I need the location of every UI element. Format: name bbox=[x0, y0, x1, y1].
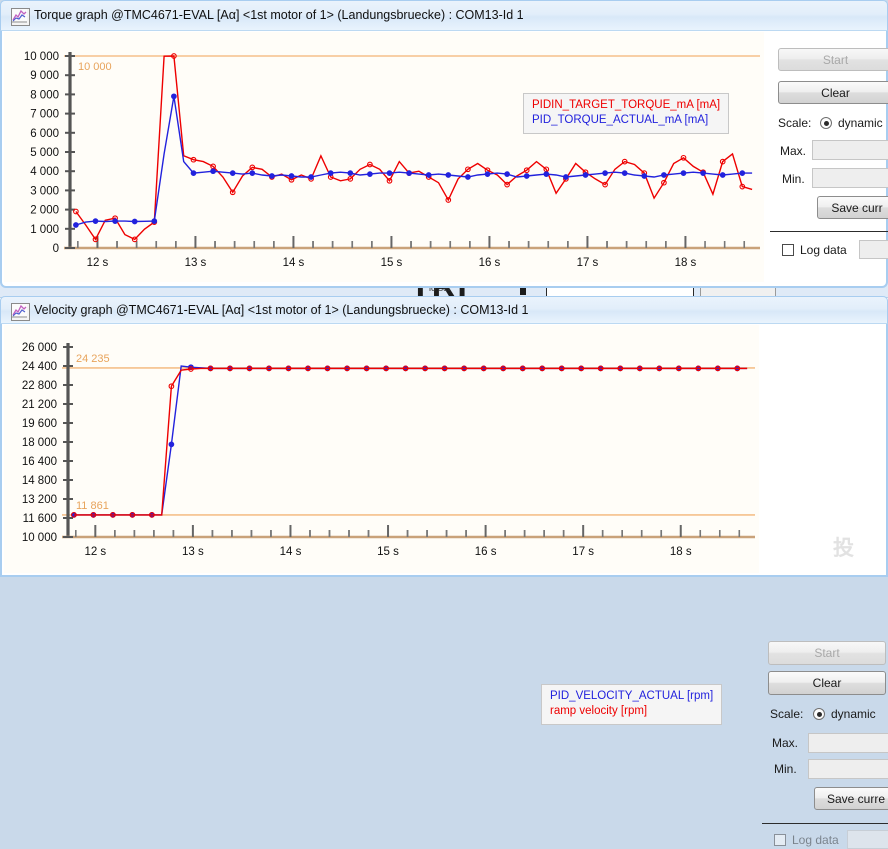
svg-text:18 s: 18 s bbox=[670, 546, 692, 558]
velocity-scale-label: Scale: bbox=[770, 707, 804, 721]
svg-text:14 s: 14 s bbox=[280, 546, 302, 558]
svg-text:16 s: 16 s bbox=[479, 257, 501, 269]
svg-text:0: 0 bbox=[53, 243, 59, 255]
torque-log-data-label: Log data bbox=[800, 243, 847, 257]
svg-text:21 200: 21 200 bbox=[22, 399, 57, 411]
velocity-min-label: Min. bbox=[774, 762, 797, 776]
velocity-legend: PID_VELOCITY_ACTUAL [rpm] ramp velocity … bbox=[541, 684, 723, 725]
svg-text:16 s: 16 s bbox=[475, 546, 497, 558]
svg-text:7 000: 7 000 bbox=[30, 109, 59, 121]
velocity-scale-dynamic-radio[interactable] bbox=[813, 708, 825, 720]
svg-text:19 600: 19 600 bbox=[22, 418, 57, 430]
svg-text:18 000: 18 000 bbox=[22, 437, 57, 449]
torque-max-label: Max. bbox=[780, 144, 807, 158]
velocity-graph-window: Velocity graph @TMC4671-EVAL [Aα] <1st m… bbox=[0, 296, 888, 849]
torque-min-label: Min. bbox=[782, 172, 805, 186]
velocity-log-data-input[interactable] bbox=[847, 830, 888, 849]
svg-text:24 235: 24 235 bbox=[76, 353, 110, 365]
velocity-legend-series-1: PID_VELOCITY_ACTUAL [rpm] bbox=[550, 690, 714, 702]
svg-text:22 800: 22 800 bbox=[22, 380, 57, 392]
svg-text:10 000: 10 000 bbox=[22, 532, 57, 544]
velocity-legend-series-2: ramp velocity [rpm] bbox=[550, 705, 648, 717]
svg-text:24 400: 24 400 bbox=[22, 361, 57, 373]
velocity-max-label: Max. bbox=[772, 736, 799, 750]
svg-text:6 000: 6 000 bbox=[30, 128, 59, 140]
velocity-clear-button[interactable]: Clear bbox=[768, 671, 886, 695]
svg-text:5 000: 5 000 bbox=[30, 147, 59, 159]
svg-text:10 000: 10 000 bbox=[24, 51, 59, 63]
svg-text:16 400: 16 400 bbox=[22, 456, 57, 468]
torque-min-input[interactable] bbox=[812, 168, 888, 188]
svg-text:2 000: 2 000 bbox=[30, 205, 59, 217]
svg-text:12 s: 12 s bbox=[87, 257, 109, 269]
svg-text:4 000: 4 000 bbox=[30, 166, 59, 178]
velocity-save-current-button[interactable]: Save curre bbox=[814, 787, 888, 810]
svg-text:11 600: 11 600 bbox=[23, 513, 57, 525]
svg-text:18 s: 18 s bbox=[675, 257, 697, 269]
torque-max-input[interactable] bbox=[812, 140, 888, 160]
velocity-window-title: Velocity graph @TMC4671-EVAL [Aα] <1st m… bbox=[34, 303, 529, 317]
torque-scale-dynamic-label: dynamic bbox=[838, 116, 883, 130]
svg-text:11 861: 11 861 bbox=[76, 500, 109, 512]
svg-text:15 s: 15 s bbox=[381, 257, 403, 269]
svg-text:17 s: 17 s bbox=[577, 257, 599, 269]
velocity-start-button[interactable]: Start bbox=[768, 641, 886, 665]
torque-log-data-input[interactable] bbox=[859, 240, 888, 259]
torque-start-button[interactable]: Start bbox=[778, 48, 888, 71]
torque-log-data-checkbox[interactable] bbox=[782, 244, 794, 256]
torque-window-title: Torque graph @TMC4671-EVAL [Aα] <1st mot… bbox=[34, 8, 524, 22]
velocity-log-data-checkbox[interactable] bbox=[774, 834, 786, 846]
torque-legend: PIDIN_TARGET_TORQUE_mA [mA] PID_TORQUE_A… bbox=[523, 93, 730, 134]
velocity-plot-area: 26 000 24 400 22 800 21 200 19 600 18 000 16 4… bbox=[4, 325, 759, 573]
torque-save-current-button[interactable]: Save curr bbox=[817, 196, 888, 219]
svg-text:14 800: 14 800 bbox=[22, 475, 57, 487]
svg-text:14 s: 14 s bbox=[283, 257, 305, 269]
chart-icon bbox=[11, 303, 30, 321]
velocity-log-data-label: Log data bbox=[792, 833, 839, 847]
velocity-scale-dynamic-label: dynamic bbox=[831, 707, 876, 721]
velocity-panel-divider bbox=[762, 823, 888, 824]
svg-text:17 s: 17 s bbox=[572, 546, 594, 558]
svg-text:9 000: 9 000 bbox=[30, 70, 59, 82]
svg-text:26 000: 26 000 bbox=[22, 342, 57, 354]
svg-text:8 000: 8 000 bbox=[30, 89, 59, 101]
svg-text:13 s: 13 s bbox=[182, 546, 204, 558]
svg-text:1 000: 1 000 bbox=[30, 224, 59, 236]
svg-text:12 s: 12 s bbox=[84, 546, 106, 558]
torque-legend-series-1: PIDIN_TARGET_TORQUE_mA [mA] bbox=[532, 99, 721, 111]
velocity-window-titlebar[interactable]: Velocity graph @TMC4671-EVAL [Aα] <1st m… bbox=[0, 296, 888, 324]
velocity-min-input[interactable] bbox=[808, 759, 888, 779]
svg-text:15 s: 15 s bbox=[377, 546, 399, 558]
torque-clear-button[interactable]: Clear bbox=[778, 81, 888, 104]
svg-text:13 200: 13 200 bbox=[22, 494, 57, 506]
velocity-max-input[interactable] bbox=[808, 733, 888, 753]
torque-scale-label: Scale: bbox=[778, 116, 812, 130]
svg-text:13 s: 13 s bbox=[185, 257, 207, 269]
torque-window-titlebar[interactable]: Torque graph @TMC4671-EVAL [Aα] <1st mot… bbox=[0, 0, 888, 31]
torque-scale-dynamic-radio[interactable] bbox=[820, 117, 832, 129]
chart-icon bbox=[11, 8, 30, 26]
svg-text:10 000: 10 000 bbox=[78, 61, 112, 73]
torque-panel-divider bbox=[770, 231, 888, 232]
svg-text:3 000: 3 000 bbox=[30, 185, 59, 197]
torque-legend-series-2: PID_TORQUE_ACTUAL_mA [mA] bbox=[532, 114, 709, 126]
torque-graph-window: Torque graph @TMC4671-EVAL [Aα] <1st mot… bbox=[0, 0, 888, 288]
torque-plot-area: 10 000 9 000 8 000 7 000 6 000 5 000 4 000 3 00… bbox=[4, 32, 764, 282]
